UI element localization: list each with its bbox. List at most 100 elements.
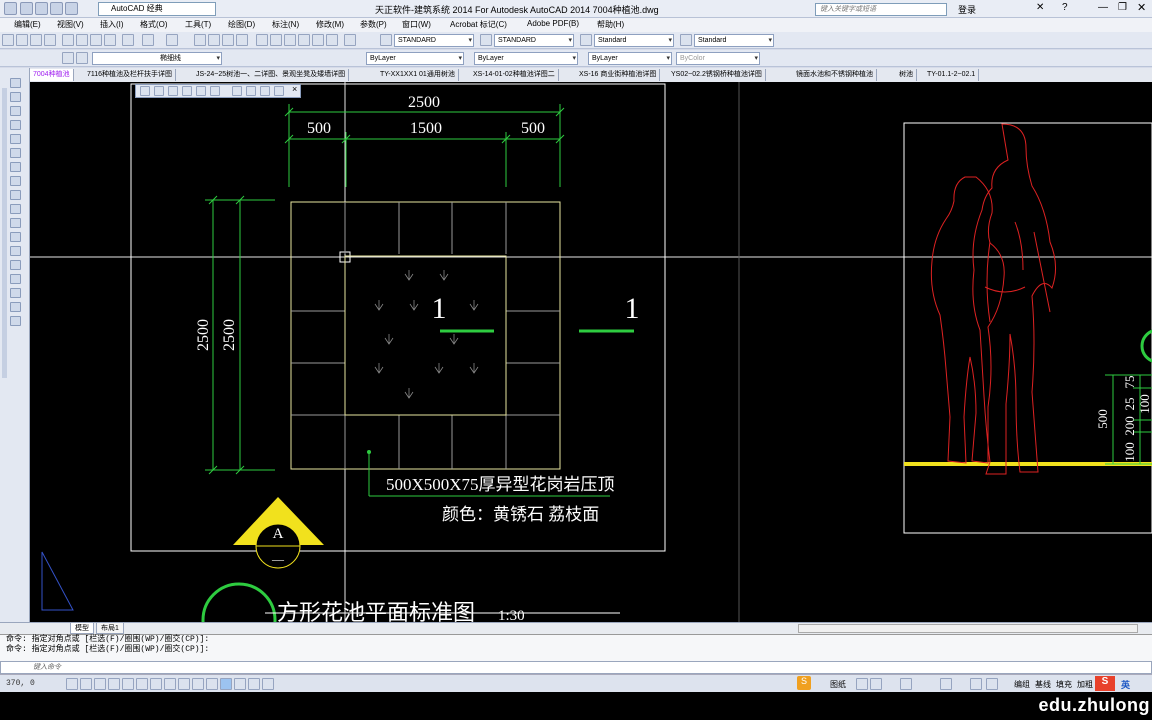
menu-draw[interactable]: 绘图(D) (228, 19, 255, 30)
ime-mode[interactable]: 英 (1121, 678, 1130, 691)
linetype-select[interactable]: ByLayer (474, 52, 578, 65)
table-tool-icon[interactable] (10, 302, 21, 312)
close-button[interactable]: ✕ (1137, 1, 1146, 14)
block-icon[interactable] (122, 34, 134, 46)
rectangle-tool-icon[interactable] (10, 134, 21, 144)
horizontal-scrollbar[interactable] (798, 624, 1138, 633)
arc-tool-icon[interactable] (10, 148, 21, 158)
workspace-select[interactable]: AutoCAD 经典 (98, 2, 216, 16)
line-tool-icon[interactable] (10, 78, 21, 88)
dim-ordinate-icon[interactable] (182, 86, 192, 96)
calculator-icon[interactable] (326, 34, 338, 46)
circle-tool-icon[interactable] (10, 162, 21, 172)
save-file-icon[interactable] (30, 34, 42, 46)
otrack-icon[interactable] (164, 678, 176, 690)
sheetset-icon[interactable] (298, 34, 310, 46)
ducs-icon[interactable] (178, 678, 190, 690)
menu-help[interactable]: 帮助(H) (597, 19, 624, 30)
table-style-select[interactable]: Standard (594, 34, 674, 47)
layer-states-icon[interactable] (76, 52, 88, 64)
isolate-icon[interactable] (986, 678, 998, 690)
menu-window[interactable]: 窗口(W) (402, 19, 431, 30)
plot-icon[interactable] (44, 34, 56, 46)
fill-toggle[interactable]: 填充 (1056, 679, 1072, 690)
sc-icon[interactable] (248, 678, 260, 690)
lineweight-select[interactable]: ByLayer (588, 52, 672, 65)
spline-tool-icon[interactable] (10, 190, 21, 200)
dim-arc-icon[interactable] (168, 86, 178, 96)
menu-format[interactable]: 格式(O) (140, 19, 168, 30)
pan-icon[interactable] (194, 34, 206, 46)
infer-icon[interactable] (66, 678, 78, 690)
zoom-window-icon[interactable] (222, 34, 234, 46)
redo-icon[interactable] (65, 2, 78, 15)
dim-angular-icon[interactable] (232, 86, 242, 96)
insert-block-icon[interactable] (10, 218, 21, 228)
group-toggle[interactable]: 编组 (1014, 679, 1030, 690)
redo-tb-icon[interactable] (166, 34, 178, 46)
dim-quick-icon[interactable] (246, 86, 256, 96)
mleader-style-icon[interactable] (680, 34, 692, 46)
snap-icon[interactable] (80, 678, 92, 690)
file-tab[interactable]: 7116种植池及栏杆扶手详图 (84, 69, 177, 81)
layer-manager-icon[interactable] (62, 52, 74, 64)
bold-toggle[interactable]: 加粗 (1077, 679, 1093, 690)
login-link[interactable]: 登录 (958, 3, 976, 16)
zoom-realtime-icon[interactable] (208, 34, 220, 46)
cut-icon[interactable] (62, 34, 74, 46)
tab-layout1[interactable]: 布局1 (96, 623, 124, 634)
plotstyle-select[interactable]: ByColor (676, 52, 760, 65)
layer-select[interactable]: 椭细线 (92, 52, 222, 65)
minimize-button[interactable]: — (1098, 2, 1108, 13)
floating-toolbar-close-icon[interactable]: × (292, 84, 297, 94)
xline-tool-icon[interactable] (10, 92, 21, 102)
sogou-icon[interactable]: S (1095, 676, 1115, 691)
revcloud-tool-icon[interactable] (10, 176, 21, 186)
restore-button[interactable]: ❐ (1118, 2, 1127, 13)
ellipse-tool-icon[interactable] (10, 204, 21, 214)
make-block-icon[interactable] (10, 232, 21, 242)
file-tab[interactable]: TY-XX1XX1 01通用树池 (377, 69, 459, 81)
matchprop-icon[interactable] (104, 34, 116, 46)
dim-style-icon[interactable] (480, 34, 492, 46)
baseline-toggle[interactable]: 基线 (1035, 679, 1051, 690)
file-tab[interactable]: TY-01.1-2~02.1 (924, 69, 980, 81)
menu-modify[interactable]: 修改(M) (316, 19, 344, 30)
hatch-tool-icon[interactable] (10, 260, 21, 270)
file-tab[interactable]: 树池 (896, 69, 917, 81)
osnap-icon[interactable] (136, 678, 148, 690)
polyline-tool-icon[interactable] (10, 106, 21, 116)
save-icon[interactable] (35, 2, 48, 15)
lock-ui-icon[interactable] (970, 678, 982, 690)
am-icon[interactable] (262, 678, 274, 690)
menu-view[interactable]: 视图(V) (57, 19, 84, 30)
search-input[interactable]: 键入关键字或短语 (815, 3, 947, 16)
polygon-tool-icon[interactable] (10, 120, 21, 130)
file-tab[interactable]: JS-24~25树池一、二详图、景观坐凳及矮墙详图 (193, 69, 350, 81)
file-tab[interactable]: XS-14-01-02种植池详图二 (470, 69, 559, 81)
file-tab[interactable]: 镜面水池和不锈钢种植池 (793, 69, 877, 81)
grid-icon[interactable] (94, 678, 106, 690)
menu-acrobat[interactable]: Acrobat 标记(C) (450, 19, 507, 30)
app-menu-icon[interactable] (4, 2, 17, 15)
help-icon[interactable]: ? (1062, 2, 1068, 13)
annotation-scale-icon[interactable] (900, 678, 912, 690)
gradient-tool-icon[interactable] (10, 274, 21, 284)
transparency-icon[interactable] (220, 678, 232, 690)
table-style-icon[interactable] (580, 34, 592, 46)
paper-space-button[interactable]: 图纸 (830, 679, 846, 690)
quickview-drawings-icon[interactable] (870, 678, 882, 690)
file-tab-active[interactable]: 7004种植池 (30, 69, 74, 81)
polar-icon[interactable] (122, 678, 134, 690)
toolpalettes-icon[interactable] (284, 34, 296, 46)
properties-icon[interactable] (256, 34, 268, 46)
text-style-icon[interactable] (380, 34, 392, 46)
new-file-icon[interactable] (20, 2, 33, 15)
3dosnap-icon[interactable] (150, 678, 162, 690)
ortho-icon[interactable] (108, 678, 120, 690)
dim-linear-icon[interactable] (140, 86, 150, 96)
menu-dimension[interactable]: 标注(N) (272, 19, 299, 30)
designcenter-icon[interactable] (270, 34, 282, 46)
qp-icon[interactable] (234, 678, 246, 690)
ime-logo-icon[interactable]: S (797, 676, 811, 690)
